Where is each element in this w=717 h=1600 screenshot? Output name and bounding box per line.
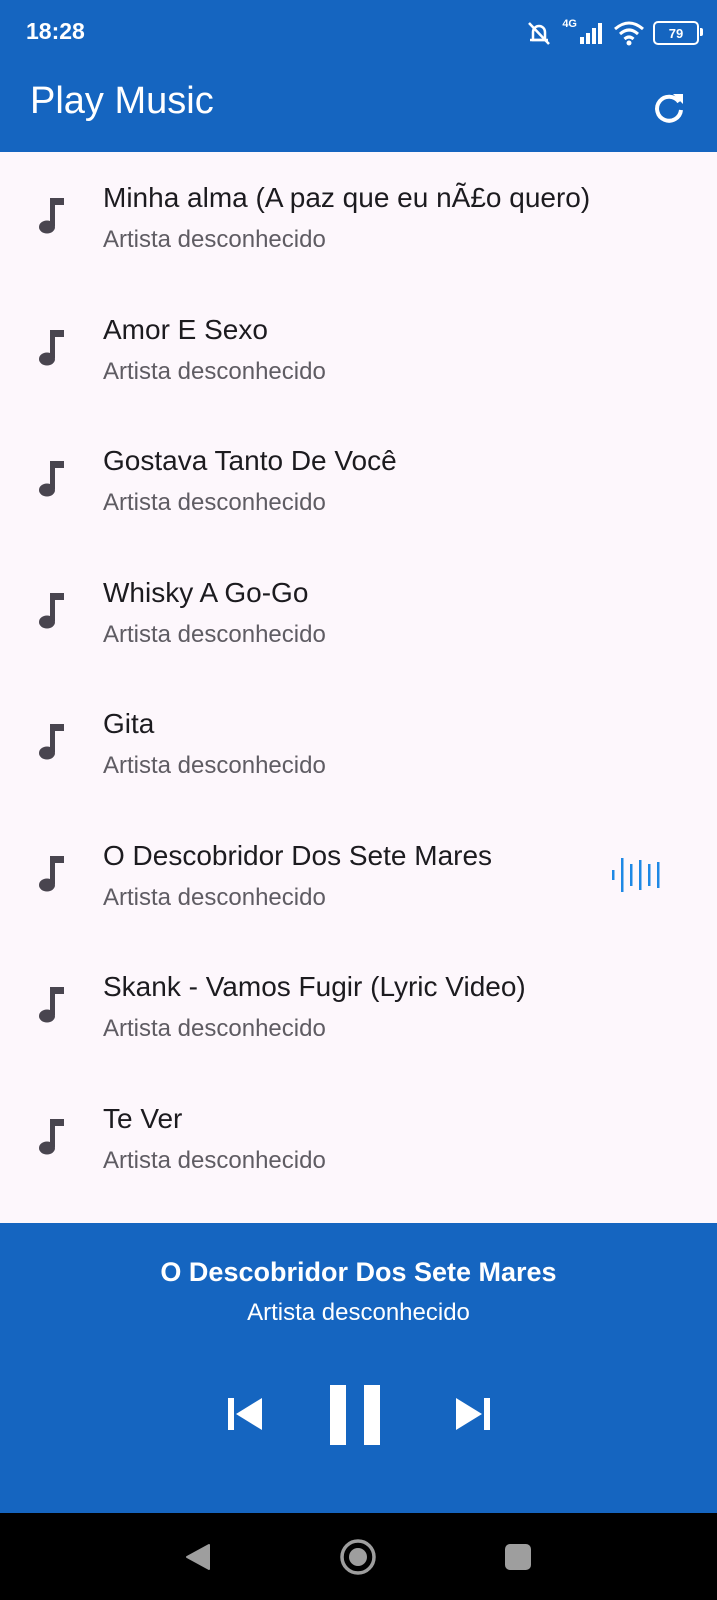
music-note-icon	[39, 1118, 64, 1154]
song-title: Te Ver	[103, 1102, 183, 1134]
app-bar: Play Music	[0, 66, 717, 152]
status-bar: 18:28 4G 79	[0, 0, 717, 66]
pause-button[interactable]	[324, 1383, 386, 1447]
song-list-item[interactable]: Te Ver Artista desconhecido	[0, 1073, 717, 1205]
wifi-icon	[614, 21, 644, 46]
mute-alarm-icon	[528, 22, 551, 45]
song-artist: Artista desconhecido	[103, 489, 326, 516]
song-list-item[interactable]: Gostava Tanto De Você Artista desconheci…	[0, 415, 717, 547]
nav-home-button[interactable]	[334, 1533, 382, 1581]
song-artist: Artista desconhecido	[103, 883, 326, 911]
song-title: Whisky A Go-Go	[103, 576, 309, 608]
music-note-icon	[39, 855, 64, 891]
battery-icon: 79	[653, 21, 703, 45]
app-title: Play Music	[30, 80, 214, 122]
song-artist: Artista desconhecido	[103, 620, 326, 648]
song-title: Gita	[103, 708, 155, 739]
now-playing-waveform-icon	[612, 857, 660, 892]
now-playing-title: O Descobridor Dos Sete Mares	[160, 1257, 557, 1287]
now-playing-panel: O Descobridor Dos Sete Mares Artista des…	[0, 1223, 717, 1513]
song-artist: Artista desconhecido	[103, 226, 326, 253]
song-list: Minha alma (A paz que eu nÃ£o quero) Art…	[0, 152, 717, 1204]
song-artist: Artista desconhecido	[103, 1146, 326, 1174]
song-list-item[interactable]: Whisky A Go-Go Artista desconhecido	[0, 547, 717, 679]
next-button[interactable]	[450, 1391, 496, 1437]
network-type-label: 4G	[562, 18, 577, 30]
previous-button[interactable]	[222, 1391, 268, 1437]
battery-level: 79	[668, 25, 684, 41]
skip-next-icon	[456, 1398, 490, 1430]
status-icons: 4G 79	[524, 18, 703, 48]
recents-icon	[505, 1544, 531, 1570]
nav-back-button[interactable]	[174, 1533, 222, 1581]
system-nav-bar	[0, 1513, 717, 1600]
refresh-icon	[655, 94, 683, 123]
song-list-item[interactable]: Gita Artista desconhecido	[0, 678, 717, 810]
song-title: Amor E Sexo	[103, 313, 268, 345]
song-artist: Artista desconhecido	[103, 1015, 326, 1042]
music-note-icon	[39, 198, 64, 234]
music-note-icon	[39, 592, 64, 628]
song-artist: Artista desconhecido	[103, 357, 326, 385]
skip-previous-icon	[228, 1398, 262, 1430]
pause-icon	[330, 1385, 380, 1445]
music-note-icon	[39, 329, 64, 365]
song-title: Minha alma (A paz que eu nÃ£o quero)	[103, 182, 591, 213]
song-title: Skank - Vamos Fugir (Lyric Video)	[103, 971, 526, 1002]
music-note-icon	[39, 461, 64, 497]
song-artist: Artista desconhecido	[103, 752, 326, 779]
song-list-item-playing[interactable]: O Descobridor Dos Sete Mares Artista des…	[0, 810, 717, 942]
song-list-item[interactable]: Minha alma (A paz que eu nÃ£o quero) Art…	[0, 152, 717, 284]
back-icon	[186, 1544, 210, 1570]
nav-recents-button[interactable]	[494, 1533, 542, 1581]
song-list-item[interactable]: Skank - Vamos Fugir (Lyric Video) Artist…	[0, 941, 717, 1073]
music-note-icon	[39, 987, 64, 1023]
home-icon	[340, 1539, 376, 1575]
song-title: Gostava Tanto De Você	[103, 445, 397, 476]
signal-icon	[580, 23, 602, 44]
refresh-button[interactable]	[645, 84, 693, 132]
song-list-item[interactable]: Amor E Sexo Artista desconhecido	[0, 284, 717, 416]
music-note-icon	[39, 724, 64, 760]
status-time: 18:28	[26, 18, 85, 44]
now-playing-artist: Artista desconhecido	[247, 1299, 470, 1326]
song-title: O Descobridor Dos Sete Mares	[103, 839, 493, 871]
